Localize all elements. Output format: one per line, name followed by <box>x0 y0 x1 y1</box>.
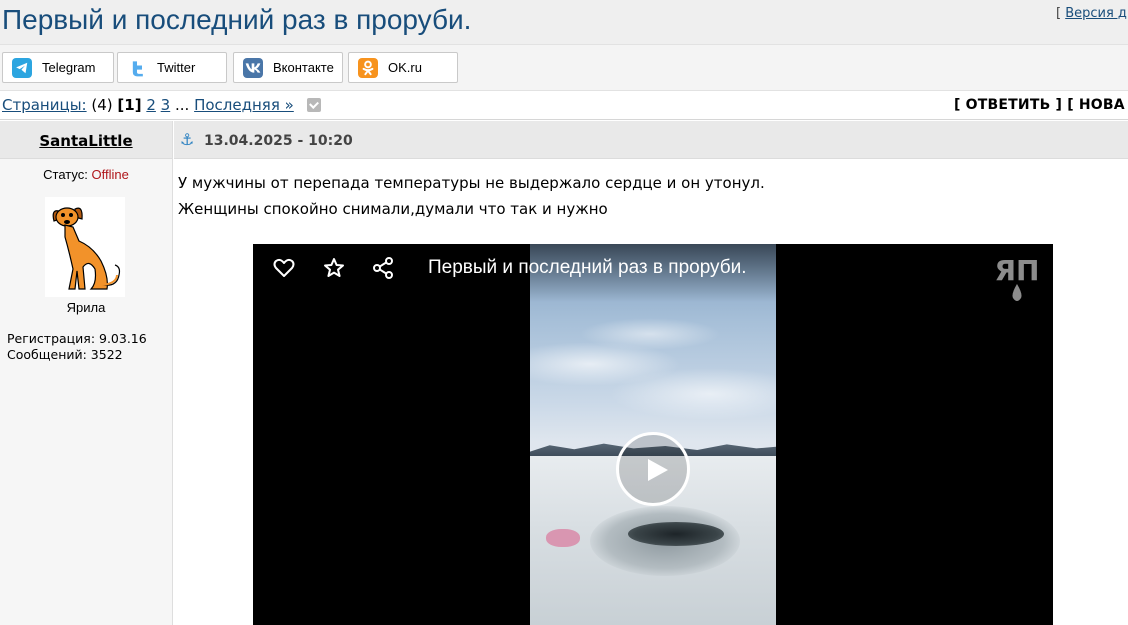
author-registration: Регистрация: 9.03.16 <box>7 331 147 346</box>
share-telegram-label: Telegram <box>42 60 96 75</box>
dropdown-icon[interactable] <box>306 98 321 112</box>
current-page: [1] <box>117 96 142 114</box>
twitter-icon <box>127 57 147 78</box>
author-meta: Регистрация: 9.03.16 Сообщений: 3522 <box>7 331 147 363</box>
post-header: ⚓ 13.04.2025 - 10:20 <box>174 121 1128 159</box>
author-rank: Ярила <box>66 300 106 315</box>
author-status: Статус: Offline <box>0 167 172 182</box>
video-player[interactable]: Первый и последний раз в проруби. ЯП <box>253 244 1053 625</box>
share-icon[interactable] <box>371 256 395 280</box>
author-panel: SantaLittle Статус: Offline Ярила Регист… <box>0 121 173 625</box>
version-link[interactable]: Версия д <box>1065 6 1127 21</box>
telegram-icon <box>12 57 32 78</box>
version-bracket: [ <box>1056 6 1066 21</box>
heart-icon[interactable] <box>272 256 296 280</box>
status-value: Offline <box>91 167 129 182</box>
pages-count: (4) <box>91 96 113 114</box>
pagination: Страницы: (4) [1] 2 3 ... Последняя » <box>2 96 321 114</box>
author-header: SantaLittle <box>0 121 172 159</box>
share-vk-button[interactable]: Вконтакте <box>233 52 343 83</box>
post-date: 13.04.2025 - 10:20 <box>204 133 353 149</box>
share-twitter-button[interactable]: Twitter <box>117 52 227 83</box>
star-icon[interactable] <box>322 256 346 280</box>
page-link-3[interactable]: 3 <box>161 96 171 114</box>
author-name-link[interactable]: SantaLittle <box>0 132 172 150</box>
ice-hole <box>628 522 724 546</box>
video-toolbar: Первый и последний раз в проруби. <box>253 244 1053 302</box>
anchor-icon[interactable]: ⚓ <box>180 130 194 149</box>
post-line-1: У мужчины от перепада температуры не выд… <box>178 174 765 192</box>
share-vk-label: Вконтакте <box>273 60 334 75</box>
author-messages: Сообщений: 3522 <box>7 347 123 362</box>
share-bar: Telegram Twitter Вконтакте OK.ru <box>0 44 1128 90</box>
share-twitter-label: Twitter <box>157 60 196 75</box>
page-link-2[interactable]: 2 <box>146 96 156 114</box>
top-bar: Первый и последний раз в проруби. [ Верс… <box>0 0 1128 44</box>
vk-icon <box>243 57 263 78</box>
last-page-link[interactable]: Последняя » <box>194 96 294 114</box>
version-link-container: [ Версия д <box>1056 6 1127 21</box>
post-body: У мужчины от перепада температуры не выд… <box>178 170 765 222</box>
video-title: Первый и последний раз в проруби. <box>428 257 747 278</box>
page-title: Первый и последний раз в проруби. <box>2 4 472 35</box>
yaplakal-logo: ЯП <box>989 252 1045 304</box>
svg-text:ЯП: ЯП <box>995 254 1040 287</box>
share-ok-button[interactable]: OK.ru <box>348 52 458 83</box>
share-ok-label: OK.ru <box>388 60 422 75</box>
pagination-bar: Страницы: (4) [1] 2 3 ... Последняя » [ … <box>0 90 1128 120</box>
post-line-2: Женщины спокойно снимали,думали что так … <box>178 200 608 218</box>
status-label: Статус: <box>43 167 88 182</box>
pages-ellipsis: ... <box>175 96 190 114</box>
topic-actions[interactable]: [ ОТВЕТИТЬ ] [ НОВА <box>954 97 1125 113</box>
ok-icon <box>358 57 378 78</box>
avatar <box>45 197 125 297</box>
share-telegram-button[interactable]: Telegram <box>2 52 114 83</box>
pages-label[interactable]: Страницы: <box>2 96 87 114</box>
play-button[interactable] <box>616 432 690 506</box>
